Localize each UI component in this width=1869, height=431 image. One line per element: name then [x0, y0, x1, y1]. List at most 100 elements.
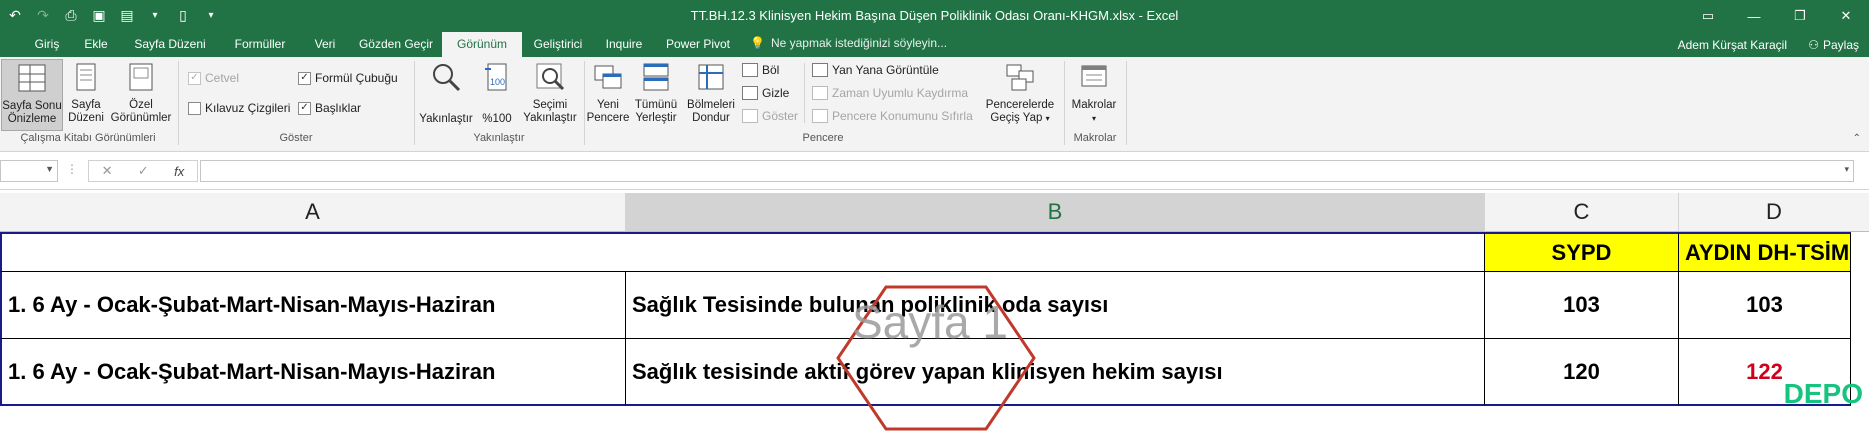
formula-bar-checkbox[interactable]: ✓ Formül Çubuğu [298, 71, 398, 85]
arrange-all-icon [643, 63, 669, 91]
headings-checkbox[interactable]: ✓ Başlıklar [298, 101, 361, 115]
gridlines-checkbox[interactable]: Kılavuz Çizgileri [188, 101, 290, 115]
page-break-preview-button[interactable]: Sayfa Sonu Önizleme [1, 59, 63, 131]
cell-a3[interactable]: 1. 6 Ay - Ocak-Şubat-Mart-Nisan-Mayıs-Ha… [0, 339, 626, 406]
sync-scroll-button[interactable]: Zaman Uyumlu Kaydırma [812, 86, 968, 100]
cancel-icon[interactable]: ✕ [102, 163, 113, 179]
reset-position-icon [812, 109, 828, 123]
insert-function-button[interactable]: fx [174, 164, 184, 179]
tab-formuller[interactable]: Formüller [220, 32, 300, 57]
column-header-b[interactable]: B [626, 193, 1485, 232]
new-window-button[interactable]: Yeni Pencere [586, 59, 630, 125]
macros-button[interactable]: Makrolar ▾ [1066, 59, 1122, 125]
new-window-label-1: Yeni [597, 99, 619, 111]
cell-a1-b1[interactable] [0, 232, 1485, 272]
gridlines-label: Kılavuz Çizgileri [205, 101, 291, 115]
magnifier-icon [433, 64, 461, 92]
tab-gozden-gecir[interactable]: Gözden Geçir [350, 32, 442, 57]
unhide-label: Göster [762, 109, 799, 123]
freeze-panes-icon [698, 64, 724, 90]
zoom-label: Yakınlaştır [419, 113, 473, 125]
zoom-selection-button[interactable]: Seçimi Yakınlaştır [518, 59, 582, 125]
resize-dots-icon[interactable]: ⋮ [66, 162, 78, 176]
page-break-preview-icon [18, 64, 46, 92]
macros-icon [1081, 65, 1107, 87]
restore-icon[interactable]: ❐ [1777, 0, 1823, 32]
freeze-panes-button[interactable]: Bölmeleri Dondur [682, 59, 740, 125]
page-break-preview-label-2: Önizleme [7, 113, 57, 125]
cell-a2[interactable]: 1. 6 Ay - Ocak-Şubat-Mart-Nisan-Mayıs-Ha… [0, 272, 626, 339]
group-label-macros: Makrolar [1073, 132, 1117, 144]
share-button[interactable]: ⚇ Paylaş [1808, 38, 1859, 52]
unhide-button[interactable]: Göster [742, 109, 798, 123]
tab-ekle[interactable]: Ekle [72, 32, 120, 57]
checkbox-checked-icon: ✓ [298, 101, 311, 115]
hide-button[interactable]: Gizle [742, 86, 789, 100]
reset-position-button[interactable]: Pencere Konumunu Sıfırla [812, 109, 973, 123]
freeze-panes-label-1: Bölmeleri [687, 99, 735, 111]
zoom-selection-label-2: Yakınlaştır [523, 112, 577, 124]
page-layout-button[interactable]: Sayfa Düzeni [64, 59, 108, 125]
split-button[interactable]: Böl [742, 63, 779, 77]
switch-windows-button[interactable]: Pencerelerde Geçiş Yap ▾ [982, 59, 1058, 125]
custom-views-label-1: Özel [129, 99, 153, 111]
collapse-ribbon-icon[interactable]: ⌃ [1853, 133, 1861, 144]
group-separator [1126, 61, 1127, 145]
enter-icon[interactable]: ✓ [138, 163, 149, 179]
switch-windows-label-2: Geçiş Yap ▾ [982, 112, 1058, 125]
tab-sayfa-duzeni[interactable]: Sayfa Düzeni [120, 32, 220, 57]
tab-power-pivot[interactable]: Power Pivot [654, 32, 742, 57]
ruler-checkbox[interactable]: ✓ Cetvel [188, 71, 239, 85]
column-header-a[interactable]: A [0, 193, 626, 232]
group-separator [1064, 61, 1065, 145]
macros-label: Makrolar [1071, 99, 1117, 111]
arrange-all-button[interactable]: Tümünü Yerleştir [632, 59, 680, 125]
expand-formula-icon[interactable]: ▾ [1844, 164, 1849, 175]
cell-d2[interactable]: 103 [1679, 272, 1851, 339]
cell-b3[interactable]: Sağlık tesisinde aktif görev yapan klini… [626, 339, 1485, 406]
custom-views-button[interactable]: Özel Görünümler [108, 59, 174, 125]
group-label-show: Göster [279, 132, 313, 144]
name-box[interactable]: ▼ [0, 160, 58, 182]
group-label-workbook-views: Çalışma Kitabı Görünümleri [20, 132, 156, 144]
zoom-100-button[interactable]: 100 %100 [478, 59, 516, 126]
person-icon: ⚇ [1808, 38, 1819, 52]
custom-views-icon [129, 63, 153, 91]
dropdown-arrow-icon[interactable]: ▼ [45, 164, 54, 174]
minimize-icon[interactable]: — [1731, 0, 1777, 32]
tab-veri[interactable]: Veri [300, 32, 350, 57]
arrange-all-label-2: Yerleştir [635, 112, 677, 124]
new-window-icon [594, 65, 622, 89]
zoom-selection-icon [536, 63, 565, 91]
column-header-c[interactable]: C [1485, 193, 1679, 232]
formula-buttons: ✕ ✓ fx [88, 160, 198, 182]
formula-bar: ▼ ⋮ ✕ ✓ fx ▾ [0, 152, 1869, 190]
zoom-button[interactable]: Yakınlaştır [416, 59, 476, 126]
side-by-side-icon [812, 63, 828, 77]
cell-b2[interactable]: Sağlık Tesisinde bulunan poliklinik oda … [626, 272, 1485, 339]
tab-gelistirici[interactable]: Geliştirici [522, 32, 594, 57]
view-side-by-side-button[interactable]: Yan Yana Görüntüle [812, 63, 939, 77]
tell-me-box[interactable]: 💡 Ne yapmak istediğinizi söyleyin... [750, 36, 947, 50]
title-bar: ↶ ↷ ⎙ ▣ ▤ ▾ ▯ ▾ TT.BH.12.3 Klinisyen Hek… [0, 0, 1869, 32]
new-window-label-2: Pencere [586, 112, 630, 124]
ribbon-display-icon[interactable]: ▭ [1685, 0, 1731, 32]
column-header-d[interactable]: D [1679, 193, 1869, 232]
lightbulb-icon: 💡 [750, 36, 765, 50]
user-name[interactable]: Adem Kürşat Karaçil [1678, 38, 1787, 52]
checkbox-checked-icon: ✓ [298, 71, 311, 85]
tab-gorunum[interactable]: Görünüm [442, 32, 522, 57]
split-icon [742, 63, 758, 77]
cell-d1[interactable]: AYDIN DH-TSİM [1679, 232, 1851, 272]
close-icon[interactable]: ✕ [1823, 0, 1869, 32]
cell-c2[interactable]: 103 [1485, 272, 1679, 339]
cell-c3[interactable]: 120 [1485, 339, 1679, 406]
tab-inquire[interactable]: Inquire [594, 32, 654, 57]
formula-input[interactable]: ▾ [200, 160, 1854, 182]
tab-giris[interactable]: Giriş [22, 32, 72, 57]
group-separator [178, 61, 179, 145]
zoom-100-icon: 100 [485, 63, 507, 91]
svg-text:100: 100 [490, 77, 505, 87]
cell-c1[interactable]: SYPD [1485, 232, 1679, 272]
group-label-zoom: Yakınlaştır [473, 132, 525, 144]
